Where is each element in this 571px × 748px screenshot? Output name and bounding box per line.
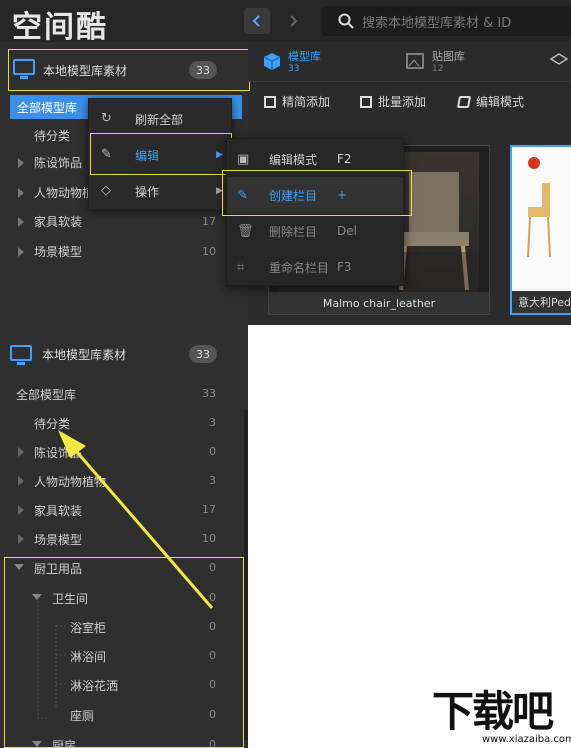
tree-item-label: 待分类 — [34, 129, 71, 143]
model-name: Malmo chair_leather — [269, 292, 489, 314]
trash-icon: 🗑 — [237, 223, 254, 239]
tree-item-scene[interactable]: 场景模型 10 — [0, 237, 240, 266]
batch-icon — [360, 95, 372, 108]
site-watermark: 下载吧 www.xiazaiba.com — [432, 688, 571, 748]
tree-item-label: 人物动物植 — [34, 186, 95, 200]
watermark-logo: 下载吧 — [432, 687, 554, 736]
tab-textures[interactable]: 贴图库 12 — [406, 48, 465, 74]
tree-item-furniture[interactable]: 家具软装 17 — [0, 207, 240, 236]
menu-item-rename-column[interactable]: ⌗ 重命名栏目 F3 — [227, 249, 403, 285]
menu-item-delete-column[interactable]: 🗑 删除栏目 Del — [227, 213, 403, 249]
edit-mode-button[interactable]: 编辑模式 — [456, 93, 524, 110]
expand-icon[interactable] — [18, 216, 24, 227]
eraser-icon: ◇ — [101, 183, 111, 198]
library-count-badge: 33 — [189, 61, 217, 79]
bottom-screenshot: 本地模型库素材 33 全部模型库 33 待分类 3 陈设饰品 0 人物动物植物 3 家具… — [0, 325, 248, 748]
tree-item-count: 10 — [202, 245, 216, 258]
search-input[interactable]: 搜索本地模型库素材 & ID — [322, 6, 571, 36]
expand-icon[interactable] — [18, 187, 24, 198]
tab-count: 33 — [288, 64, 300, 74]
back-button[interactable] — [244, 8, 270, 34]
highlight-new-category — [4, 557, 244, 748]
tree-item-label: 陈设饰品 — [34, 156, 83, 170]
simple-add-button[interactable]: 精简添加 — [264, 93, 330, 110]
top-screenshot: 空间酷 搜索本地模型库素材 & ID 本地模型库素材 33 全部模型库 待分类 … — [0, 0, 571, 325]
highlight-edit — [90, 133, 232, 175]
edit-icon — [456, 95, 472, 108]
search-icon — [338, 13, 354, 29]
forward-button[interactable] — [280, 8, 306, 34]
rename-icon: ⌗ — [237, 259, 245, 275]
highlight-create — [222, 170, 412, 216]
chevron-right-icon — [290, 15, 298, 27]
tab-label: 贴图库 — [432, 50, 465, 63]
layers-icon — [550, 53, 568, 65]
title-bar: 空间酷 搜索本地模型库素材 & ID — [0, 0, 571, 45]
chevron-left-icon — [252, 15, 260, 27]
expand-icon[interactable] — [18, 246, 24, 257]
tab-count: 12 — [432, 64, 444, 74]
add-icon — [264, 95, 276, 108]
refresh-icon: ↻ — [101, 111, 112, 126]
scrollbar[interactable] — [244, 410, 248, 740]
watermark-url: www.xiazaiba.com — [482, 734, 571, 745]
image-icon — [406, 53, 424, 69]
tree-item-label: 家具软装 — [34, 215, 83, 229]
tab-models[interactable]: 模型库 33 — [262, 48, 321, 74]
library-title: 本地模型库素材 — [43, 63, 128, 78]
model-card[interactable]: 意大利Ped — [510, 145, 571, 315]
model-name: 意大利Ped — [512, 291, 571, 313]
app-logo: 空间酷 — [12, 10, 108, 45]
batch-add-button[interactable]: 批量添加 — [360, 93, 426, 110]
edit-mode-icon: ▣ — [237, 151, 250, 167]
expand-icon[interactable] — [18, 157, 24, 168]
monitor-icon — [13, 59, 35, 79]
cube-icon — [263, 53, 281, 70]
menu-item-refresh[interactable]: ↻ 刷新全部 — [89, 101, 231, 137]
tree-item-count: 17 — [202, 215, 216, 228]
menu-item-operate[interactable]: ◇ 操作 ▶ — [89, 173, 231, 209]
chair-image — [527, 157, 551, 258]
tree-item-label: 全部模型库 — [17, 100, 78, 115]
tree-item-label: 场景模型 — [34, 245, 83, 259]
search-placeholder: 搜索本地模型库素材 & ID — [362, 15, 512, 31]
library-header[interactable]: 本地模型库素材 33 — [8, 49, 250, 91]
tab-label: 模型库 — [288, 50, 321, 63]
library-tabs: 模型库 33 贴图库 12 — [248, 42, 571, 82]
